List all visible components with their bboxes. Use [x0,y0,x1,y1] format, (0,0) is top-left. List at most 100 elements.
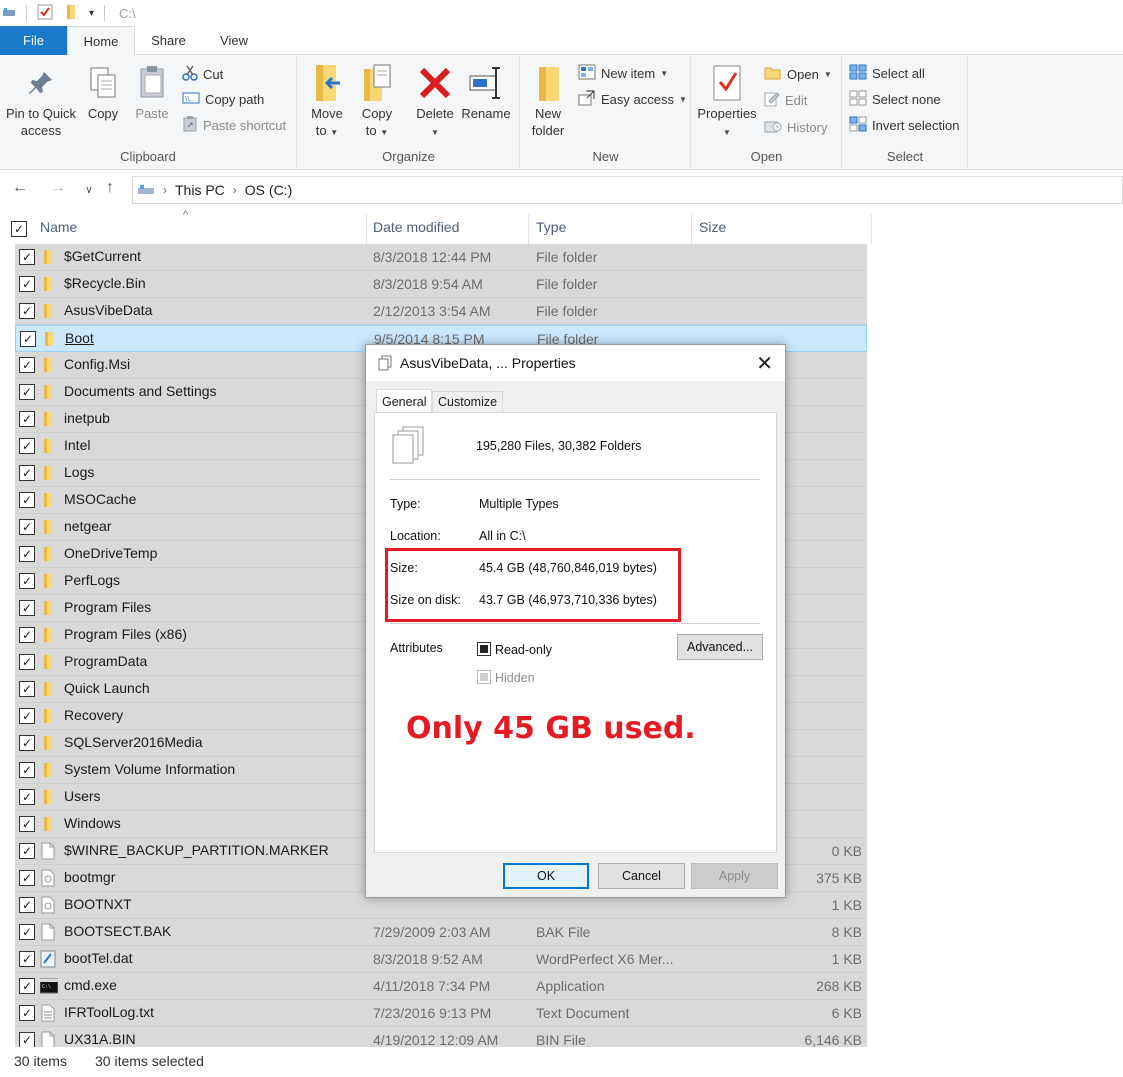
row-checkbox[interactable]: ✓ [19,816,35,832]
file-name[interactable]: MSOCache [64,491,136,507]
file-name[interactable]: Recovery [64,707,123,723]
file-row[interactable]: ✓ C:\ cmd.exe 4/11/2018 7:34 PM Application 2… [15,973,867,1000]
tab-file[interactable]: File [0,26,67,55]
new-folder-quick-icon[interactable] [63,4,79,23]
move-to-button[interactable]: Move to ▼ [306,61,348,141]
row-checkbox[interactable]: ✓ [19,546,35,562]
file-row[interactable]: ✓ $GetCurrent 8/3/2018 12:44 PM File folder [15,244,867,271]
address-bar[interactable]: › This PC › OS (C:) [132,176,1123,204]
read-only-checkbox[interactable] [477,642,491,656]
file-name[interactable]: Documents and Settings [64,383,217,399]
dialog-tab-general[interactable]: General [376,389,433,413]
easy-access-button[interactable]: Easy access ▼ [578,89,687,109]
copy-to-button[interactable]: Copy to ▼ [356,61,398,141]
file-name[interactable]: OneDriveTemp [64,545,157,561]
file-name[interactable]: Users [64,788,101,804]
file-row[interactable]: ✓ IFRToolLog.txt 7/23/2016 9:13 PM Text Doc… [15,1000,867,1027]
row-checkbox[interactable]: ✓ [19,762,35,778]
column-size[interactable]: Size [699,219,726,239]
row-checkbox[interactable]: ✓ [19,978,35,994]
row-checkbox[interactable]: ✓ [20,331,36,347]
row-checkbox[interactable]: ✓ [19,249,35,265]
delete-button[interactable]: Delete ▼ [411,61,459,141]
row-checkbox[interactable]: ✓ [19,627,35,643]
file-name[interactable]: $GetCurrent [64,248,141,264]
tab-share[interactable]: Share [135,26,202,55]
file-name[interactable]: ProgramData [64,653,147,669]
file-name[interactable]: Boot [65,330,94,346]
file-name[interactable]: Windows [64,815,121,831]
ok-button[interactable]: OK [503,863,589,889]
file-name[interactable]: IFRToolLog.txt [64,1004,154,1020]
file-name[interactable]: Program Files (x86) [64,626,187,642]
file-name[interactable]: System Volume Information [64,761,235,777]
file-name[interactable]: SQLServer2016Media [64,734,203,750]
customize-toolbar-icon[interactable]: ▾ [89,8,94,19]
file-name[interactable]: UX31A.BIN [64,1031,136,1047]
file-name[interactable]: bootmgr [64,869,115,885]
file-name[interactable]: cmd.exe [64,977,117,993]
new-folder-button[interactable]: New folder [527,61,569,139]
row-checkbox[interactable]: ✓ [19,654,35,670]
row-checkbox[interactable]: ✓ [19,924,35,940]
file-row[interactable]: ✓ $Recycle.Bin 8/3/2018 9:54 AM File folder [15,271,867,298]
properties-button[interactable]: Properties ▼ [694,61,760,141]
row-checkbox[interactable]: ✓ [19,1032,35,1047]
select-all-button[interactable]: Select all [849,63,925,83]
tab-view[interactable]: View [202,26,266,55]
row-checkbox[interactable]: ✓ [19,843,35,859]
row-checkbox[interactable]: ✓ [19,600,35,616]
file-name[interactable]: Program Files [64,599,151,615]
file-name[interactable]: BOOTSECT.BAK [64,923,171,939]
back-arrow-icon[interactable]: ← [12,179,28,197]
history-button[interactable]: History [764,117,827,137]
file-name[interactable]: $WINRE_BACKUP_PARTITION.MARKER [64,842,329,858]
file-name[interactable]: Intel [64,437,90,453]
row-checkbox[interactable]: ✓ [19,303,35,319]
file-name[interactable]: BOOTNXT [64,896,132,912]
row-checkbox[interactable]: ✓ [19,384,35,400]
dialog-tab-customize[interactable]: Customize [432,391,504,413]
properties-quick-icon[interactable] [37,4,53,23]
copy-path-button[interactable]: \\.. Copy path [182,89,264,109]
file-name[interactable]: inetpub [64,410,110,426]
row-checkbox[interactable]: ✓ [19,870,35,886]
row-checkbox[interactable]: ✓ [19,276,35,292]
row-checkbox[interactable]: ✓ [19,708,35,724]
row-checkbox[interactable]: ✓ [19,789,35,805]
column-date-modified[interactable]: Date modified [373,219,459,239]
row-checkbox[interactable]: ✓ [19,735,35,751]
file-row[interactable]: ✓ UX31A.BIN 4/19/2012 12:09 AM BIN File 6,14… [15,1027,867,1047]
cut-button[interactable]: Cut [182,64,223,84]
rename-button[interactable]: Rename [461,61,511,122]
hidden-checkbox[interactable] [477,670,491,684]
file-name[interactable]: Quick Launch [64,680,150,696]
new-item-button[interactable]: New item ▼ [578,63,668,83]
file-name[interactable]: netgear [64,518,111,534]
advanced-button[interactable]: Advanced... [677,634,763,660]
row-checkbox[interactable]: ✓ [19,465,35,481]
edit-button[interactable]: Edit [764,90,807,110]
select-none-button[interactable]: Select none [849,89,941,109]
file-name[interactable]: Config.Msi [64,356,130,372]
breadcrumb-os-c[interactable]: OS (C:) [245,182,292,198]
open-button[interactable]: Open ▼ [764,64,832,84]
close-icon[interactable]: ✕ [756,351,773,376]
row-checkbox[interactable]: ✓ [19,492,35,508]
tab-home[interactable]: Home [67,26,135,55]
file-name[interactable]: AsusVibeData [64,302,152,318]
row-checkbox[interactable]: ✓ [19,357,35,373]
cancel-button[interactable]: Cancel [598,863,685,889]
row-checkbox[interactable]: ✓ [19,1005,35,1021]
row-checkbox[interactable]: ✓ [19,573,35,589]
file-row[interactable]: ✓ bootTel.dat 8/3/2018 9:52 AM WordPerfect … [15,946,867,973]
row-checkbox[interactable]: ✓ [19,519,35,535]
row-checkbox[interactable]: ✓ [19,438,35,454]
row-checkbox[interactable]: ✓ [19,897,35,913]
select-all-checkbox[interactable]: ✓ [11,221,27,237]
file-name[interactable]: PerfLogs [64,572,120,588]
pin-to-quick-access-button[interactable]: Pin to Quick access [2,61,80,139]
file-name[interactable]: Logs [64,464,94,480]
paste-shortcut-button[interactable]: Paste shortcut [182,115,286,135]
paste-button[interactable]: Paste [130,61,174,122]
